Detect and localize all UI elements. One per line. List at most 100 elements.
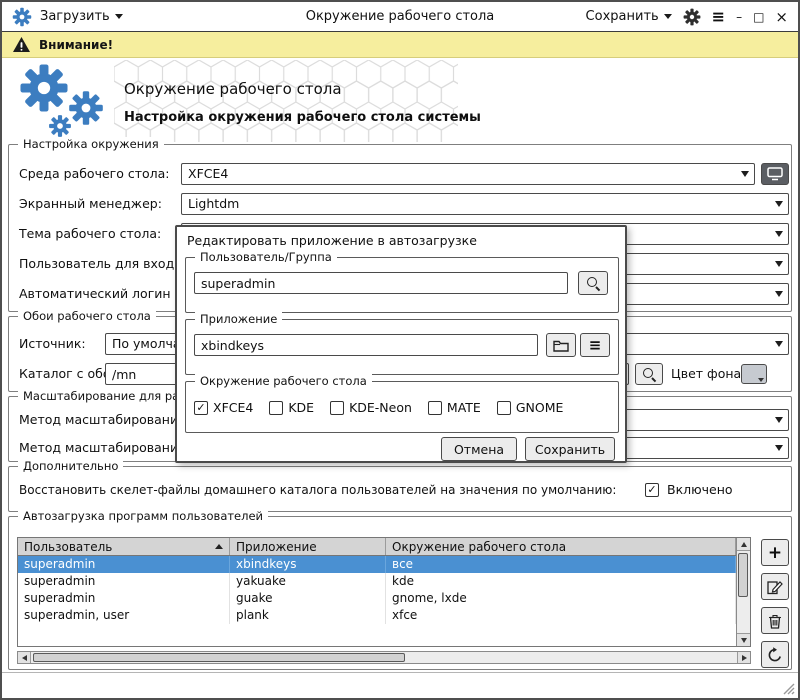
- save-button[interactable]: Сохранить: [525, 437, 615, 461]
- desktop-env-extra-button[interactable]: [761, 163, 789, 185]
- table-row[interactable]: superadmin guake gnome, lxde: [18, 590, 736, 607]
- autologin-label: Автоматический логин пол: [19, 283, 198, 305]
- maximize-button[interactable]: □: [753, 2, 764, 32]
- application-input[interactable]: [194, 334, 538, 356]
- desktop-theme-label: Тема рабочего стола:: [19, 223, 161, 245]
- vertical-scrollbar[interactable]: [736, 538, 750, 646]
- table-row[interactable]: superadmin yakuake kde: [18, 573, 736, 590]
- table-row[interactable]: superadmin, user plank xfce: [18, 607, 736, 624]
- checkbox-gnome[interactable]: GNOME: [497, 400, 564, 415]
- scroll-left-button[interactable]: [18, 652, 31, 663]
- checkbox-kde[interactable]: KDE: [269, 400, 314, 415]
- chevron-down-icon: [775, 231, 783, 237]
- scrollbar-thumb[interactable]: [738, 553, 748, 597]
- checkbox-icon: [269, 401, 283, 415]
- enabled-label: Включено: [667, 479, 733, 501]
- chevron-down-icon: [775, 261, 783, 267]
- add-autostart-button[interactable]: +: [761, 539, 789, 566]
- menu-lines-icon: ≡: [589, 336, 602, 354]
- application-fieldset: Приложение ≡: [185, 319, 619, 375]
- browse-file-button[interactable]: [546, 333, 576, 357]
- cell-app: yakuake: [230, 573, 386, 590]
- cell-user: superadmin: [18, 590, 230, 607]
- sort-ascending-icon: [215, 544, 223, 549]
- application-legend: Приложение: [195, 312, 282, 327]
- bg-color-button[interactable]: [741, 364, 767, 384]
- checkbox-xfce4[interactable]: ✓ XFCE4: [194, 400, 253, 415]
- autostart-legend: Автозагрузка программ пользователей: [18, 509, 268, 524]
- menu-icon[interactable]: ≡: [712, 2, 725, 32]
- bg-color-label: Цвет фона:: [671, 363, 745, 385]
- checkbox-mate[interactable]: MATE: [428, 400, 481, 415]
- save-menu-button[interactable]: Сохранить: [586, 9, 672, 24]
- column-header-env[interactable]: Окружение рабочего стола: [386, 538, 736, 555]
- restore-skel-checkbox[interactable]: ✓: [645, 483, 659, 497]
- search-icon: [642, 367, 656, 381]
- close-button[interactable]: ×: [775, 2, 788, 32]
- horizontal-scrollbar[interactable]: [17, 651, 751, 664]
- delete-autostart-button[interactable]: [761, 607, 789, 634]
- dialog-desktop-env-fieldset: Окружение рабочего стола ✓ XFCE4 KDE KDE…: [185, 381, 619, 433]
- arrow-down-icon: [741, 638, 747, 643]
- folder-open-icon: [553, 338, 569, 352]
- minimize-button[interactable]: –: [736, 2, 742, 32]
- scaling-method-label-1: Метод масштабирования: [19, 409, 186, 431]
- dialog-title: Редактировать приложение в автозагрузке: [187, 233, 477, 248]
- scaling-legend: Масштабирование для ра: [18, 389, 184, 404]
- display-manager-label: Экранный менеджер:: [19, 193, 162, 215]
- chevron-down-icon: [775, 201, 783, 207]
- status-bar: [2, 672, 798, 698]
- warning-text: Внимание!: [39, 38, 113, 52]
- chevron-down-icon: [775, 341, 783, 347]
- checkbox-kde-neon[interactable]: KDE-Neon: [330, 400, 412, 415]
- checkbox-label: GNOME: [516, 400, 564, 415]
- warning-icon: [12, 36, 31, 53]
- desktop-env-checkbox-row: ✓ XFCE4 KDE KDE-Neon MATE GNOME: [194, 400, 563, 415]
- cell-user: superadmin: [18, 556, 230, 573]
- plus-icon: +: [768, 543, 782, 563]
- user-search-button[interactable]: [578, 271, 608, 295]
- user-group-fieldset: Пользователь/Группа: [185, 257, 619, 313]
- checkbox-label: MATE: [447, 400, 481, 415]
- user-group-input[interactable]: [194, 272, 568, 294]
- scroll-right-button[interactable]: [737, 652, 750, 663]
- load-menu-button[interactable]: Загрузить: [40, 9, 123, 24]
- desktop-environment-combobox[interactable]: XFCE4: [181, 163, 755, 185]
- cell-env: gnome, lxde: [386, 590, 736, 607]
- column-header-app[interactable]: Приложение: [230, 538, 386, 555]
- load-menu-label: Загрузить: [40, 9, 110, 24]
- application-list-button[interactable]: ≡: [580, 333, 610, 357]
- table-row[interactable]: superadmin xbindkeys все: [18, 556, 736, 573]
- arrow-left-icon: [22, 655, 27, 661]
- edit-autostart-button[interactable]: [761, 573, 789, 600]
- checkbox-icon: [497, 401, 511, 415]
- scrollbar-thumb[interactable]: [33, 653, 405, 662]
- checkbox-icon: ✓: [194, 401, 208, 415]
- page-title: Окружение рабочего стола: [124, 80, 342, 98]
- warning-banner: Внимание!: [2, 32, 798, 58]
- search-icon: [586, 276, 600, 290]
- scroll-down-button[interactable]: [737, 633, 750, 646]
- cell-app: guake: [230, 590, 386, 607]
- checkbox-label: KDE: [288, 400, 314, 415]
- cancel-button[interactable]: Отмена: [441, 437, 517, 461]
- cell-user: superadmin, user: [18, 607, 230, 624]
- resize-grip[interactable]: [782, 682, 795, 695]
- table-header-row: Пользователь Приложение Окружение рабоче…: [18, 538, 736, 556]
- scroll-up-button[interactable]: [737, 538, 750, 551]
- chevron-down-icon: [115, 14, 123, 19]
- column-header-user[interactable]: Пользователь: [18, 538, 230, 555]
- edit-autostart-dialog: Редактировать приложение в автозагрузке …: [175, 225, 627, 463]
- desktop-environment-value: XFCE4: [188, 164, 228, 184]
- autostart-table: Пользователь Приложение Окружение рабоче…: [17, 537, 751, 647]
- titlebar: Окружение рабочего стола Загрузить Сохра…: [2, 2, 798, 32]
- app-logo-gears: [12, 60, 116, 140]
- save-menu-label: Сохранить: [586, 9, 659, 24]
- display-manager-combobox[interactable]: Lightdm: [181, 193, 789, 215]
- checkbox-icon: [428, 401, 442, 415]
- refresh-autostart-button[interactable]: [761, 641, 789, 668]
- env-setup-legend: Настройка окружения: [18, 137, 164, 152]
- settings-gear-icon[interactable]: [683, 8, 701, 26]
- wallpaper-dir-search-button[interactable]: [635, 363, 663, 385]
- chevron-down-icon: [664, 14, 672, 19]
